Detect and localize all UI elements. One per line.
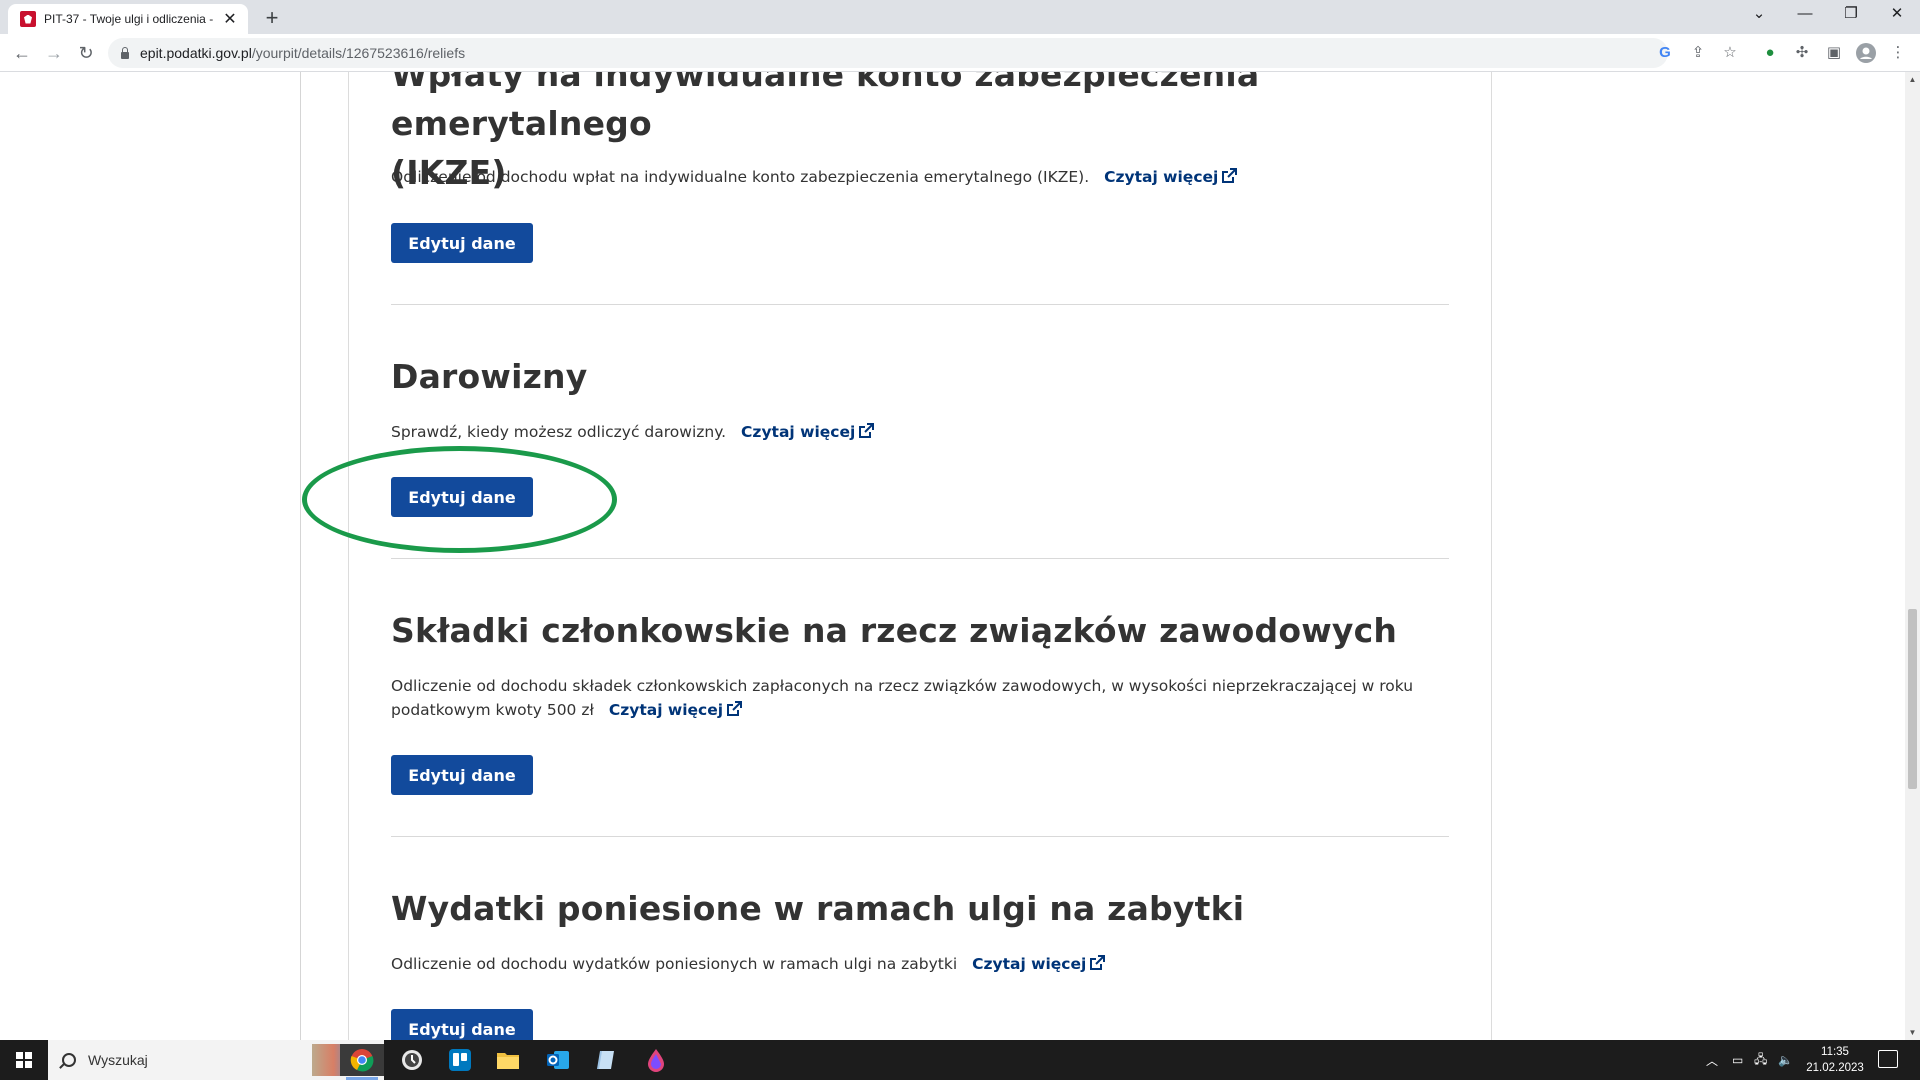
read-more-link[interactable]: Czytaj więcej	[972, 955, 1106, 973]
windows-logo-icon	[16, 1052, 32, 1068]
url-path: /yourpit/details/1267523616/reliefs	[251, 45, 466, 61]
section-darowizny-description: Sprawdź, kiedy możesz odliczyć darowizny…	[391, 420, 1449, 444]
side-panel-icon[interactable]: ▣	[1824, 43, 1844, 63]
section-description: Sprawdź, kiedy możesz odliczyć darowizny…	[391, 420, 1449, 444]
section-description-line2: podatkowym kwoty 500 zł Czytaj więcej	[391, 698, 1449, 722]
scroll-up-arrow-icon[interactable]: ▲	[1905, 72, 1920, 87]
read-more-link[interactable]: Czytaj więcej	[741, 423, 875, 441]
extension-green-icon[interactable]: ●	[1760, 43, 1780, 63]
scroll-down-arrow-icon[interactable]: ▼	[1905, 1025, 1920, 1040]
section-divider	[391, 304, 1449, 305]
clock-time: 11:35	[1821, 1046, 1849, 1058]
trello-icon[interactable]	[438, 1044, 482, 1076]
scrollbar-thumb[interactable]	[1908, 609, 1917, 789]
description-text: Odliczenie od dochodu wpłat na indywidua…	[391, 168, 1090, 186]
volume-icon[interactable]: 🔈	[1778, 1040, 1793, 1080]
edit-data-button-ikze[interactable]: Edytuj dane	[391, 223, 533, 263]
profile-avatar-icon[interactable]	[1856, 43, 1876, 63]
external-link-icon	[727, 701, 743, 716]
section-description-line1: Odliczenie od dochodu składek członkowsk…	[391, 677, 1414, 695]
external-link-icon	[859, 423, 875, 438]
lock-icon	[120, 47, 130, 59]
gov-favicon-icon	[20, 11, 36, 27]
green-highlight-ellipse	[302, 446, 617, 553]
search-placeholder: Wyszukaj	[88, 1052, 148, 1068]
start-button[interactable]	[0, 1040, 48, 1080]
tab-title: PIT-37 - Twoje ulgi i odliczenia -	[44, 12, 214, 26]
description-text: podatkowym kwoty 500 zł	[391, 701, 594, 719]
description-text: Sprawdź, kiedy możesz odliczyć darowizny…	[391, 423, 727, 441]
edit-data-button-zabytki[interactable]: Edytuj dane	[391, 1009, 533, 1040]
section-skladki-description: Odliczenie od dochodu składek członkowsk…	[391, 674, 1449, 722]
page-viewport: Wpłaty na indywidualne konto zabezpiecze…	[0, 72, 1905, 1040]
read-more-link[interactable]: Czytaj więcej	[1104, 168, 1238, 186]
minimize-button[interactable]: —	[1782, 0, 1828, 30]
search-icon	[62, 1053, 76, 1067]
section-description: Odliczenie od dochodu wpłat na indywidua…	[391, 165, 1449, 189]
external-link-icon	[1090, 955, 1106, 970]
url-host: epit.podatki.gov.pl	[140, 45, 252, 61]
section-heading: Darowizny	[391, 357, 588, 396]
chrome-icon[interactable]	[340, 1044, 384, 1080]
browser-toolbar: ← → ↻ epit.podatki.gov.pl/yourpit/detail…	[0, 34, 1920, 72]
chrome-menu-icon[interactable]: ⋮	[1888, 43, 1908, 63]
close-window-button[interactable]: ✕	[1874, 0, 1920, 30]
forward-icon[interactable]: →	[42, 41, 66, 65]
left-divider	[300, 72, 301, 1040]
clock-app-icon[interactable]	[390, 1044, 434, 1076]
section-divider	[391, 836, 1449, 837]
section-heading: Składki członkowskie na rzecz związków z…	[391, 611, 1398, 650]
clock-date: 21.02.2023	[1806, 1062, 1864, 1074]
tray-overflow-icon[interactable]: ︿	[1706, 1040, 1718, 1080]
notification-center-icon[interactable]	[1878, 1050, 1898, 1068]
section-ikze-description: Odliczenie od dochodu wpłat na indywidua…	[391, 165, 1449, 189]
description-text: Odliczenie od dochodu wydatków poniesion…	[391, 955, 958, 973]
tab-search-icon[interactable]: ⌄	[1736, 0, 1782, 30]
page-scrollbar[interactable]: ▲ ▼	[1905, 72, 1920, 1040]
taskbar-clock[interactable]: 11:35 21.02.2023	[1795, 1044, 1875, 1076]
browser-tab-bar: PIT-37 - Twoje ulgi i odliczenia - ✕ + ⌄…	[0, 0, 1920, 34]
file-explorer-icon[interactable]	[486, 1044, 530, 1076]
section-divider	[391, 558, 1449, 559]
external-link-icon	[1222, 168, 1238, 183]
edit-data-button-skladki[interactable]: Edytuj dane	[391, 755, 533, 795]
section-heading: Wpłaty na indywidualne konto zabezpiecze…	[391, 72, 1260, 143]
restore-button[interactable]: ❐	[1828, 0, 1874, 30]
share-icon[interactable]: ⇪	[1688, 43, 1708, 63]
extensions-puzzle-icon[interactable]: ✣	[1792, 43, 1812, 63]
section-zabytki-description: Odliczenie od dochodu wydatków poniesion…	[391, 952, 1449, 976]
windows-taskbar: Wyszukaj ︿ ▭ 🖧 🔈 11:35 21.02.2023	[0, 1040, 1920, 1080]
address-bar[interactable]: epit.podatki.gov.pl/yourpit/details/1267…	[108, 38, 1668, 68]
section-zabytki: Wydatki poniesione w ramach ulgi na zaby…	[391, 884, 1449, 933]
read-more-link[interactable]: Czytaj więcej	[609, 701, 743, 719]
notes-icon[interactable]	[584, 1044, 628, 1076]
taskbar-search-box[interactable]: Wyszukaj	[48, 1040, 384, 1080]
section-heading: Wydatki poniesione w ramach ulgi na zaby…	[391, 889, 1245, 928]
tab-close-icon[interactable]: ✕	[222, 9, 238, 29]
browser-tab[interactable]: PIT-37 - Twoje ulgi i odliczenia - ✕	[8, 4, 248, 34]
google-lens-icon[interactable]: G	[1655, 43, 1675, 63]
new-tab-button[interactable]: +	[260, 6, 284, 30]
meet-now-icon[interactable]: ▭	[1732, 1040, 1743, 1080]
section-darowizny: Darowizny	[391, 352, 1449, 401]
section-skladki-czlonkowskie: Składki członkowskie na rzecz związków z…	[391, 606, 1449, 655]
network-icon[interactable]: 🖧	[1754, 1040, 1767, 1080]
outlook-icon[interactable]	[536, 1044, 580, 1076]
bookmark-star-icon[interactable]: ☆	[1720, 43, 1740, 63]
reload-icon[interactable]: ↻	[74, 41, 98, 65]
back-icon[interactable]: ←	[10, 41, 34, 65]
drop-app-icon[interactable]	[634, 1044, 678, 1076]
section-description: Odliczenie od dochodu wydatków poniesion…	[391, 952, 1449, 976]
